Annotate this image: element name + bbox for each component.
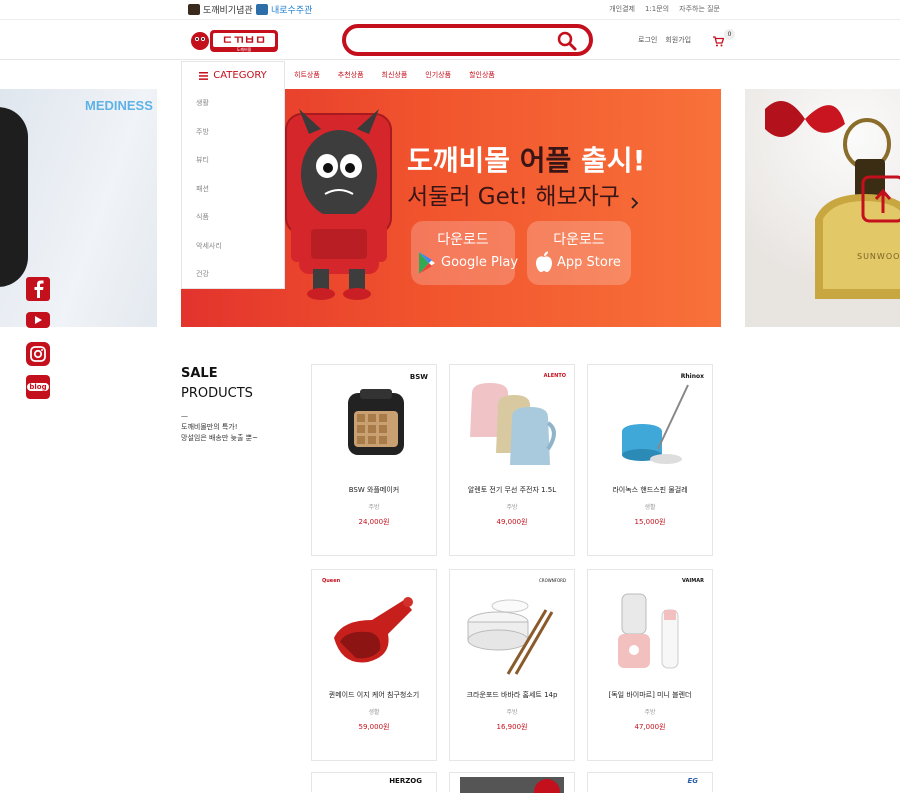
product-name: 라이녹스 핸드스핀 물걸레 xyxy=(612,486,688,494)
faq-link[interactable]: 자주하는 질문 xyxy=(679,4,720,14)
google-play-icon xyxy=(419,252,435,274)
nav-popular-products[interactable]: 인기상품 xyxy=(425,70,451,80)
banner-title: 도깨비몰 어플 출시! xyxy=(407,144,646,177)
login-link[interactable]: 로그인 xyxy=(638,35,657,45)
product-price: 16,900원 xyxy=(496,723,528,731)
top-bar: 도깨비기념관 내로수주관 개인결제 1:1문의 자주하는 질문 xyxy=(0,0,900,20)
product-price: 24,000원 xyxy=(358,518,390,526)
hero-banner: MEDINESS 도깨비몰 어플 출시! 서둘러 Get! 해보자구 다운로드 … xyxy=(0,89,900,327)
product-card[interactable]: CROWNFORD 크라운포드 바바라 홈세트 14p 주방 16,900원 xyxy=(449,569,575,761)
search-icon[interactable] xyxy=(557,31,577,51)
join-link[interactable]: 회원가입 xyxy=(665,35,691,45)
product-price: 59,000원 xyxy=(358,723,390,731)
product-card[interactable]: BSW BSW 와플메이커 주방 24,000원 xyxy=(311,364,437,556)
header: ㄷㄲㅂㅁ 도깨비몰 로그인 회원가입 0 xyxy=(0,20,900,60)
banner-left-slide[interactable]: MEDINESS xyxy=(0,89,157,327)
facebook-icon[interactable] xyxy=(26,277,50,301)
cart-button[interactable]: 0 xyxy=(712,29,736,48)
product-card[interactable]: ALENTO 알렌토 전기 무선 주전자 1.5L 주방 49,000원 xyxy=(449,364,575,556)
top-links: 개인결제 1:1문의 자주하는 질문 xyxy=(609,4,720,14)
personal-payment-link[interactable]: 개인결제 xyxy=(609,4,635,14)
product-category: 주방 xyxy=(368,504,380,511)
product-price: 15,000원 xyxy=(634,518,666,526)
site-link-store[interactable]: 내로수주관 xyxy=(256,3,312,16)
product-card[interactable]: EG xyxy=(587,772,713,792)
product-card[interactable]: Queen 퀸메이드 이지 케어 침구청소기 생활 59,000원 xyxy=(311,569,437,761)
perfume-bottle-image xyxy=(765,101,900,299)
product-name: BSW 와플메이커 xyxy=(348,486,400,494)
youtube-icon[interactable] xyxy=(26,312,50,328)
product-price: 49,000원 xyxy=(496,518,528,526)
category-item-fashion[interactable]: 패션 xyxy=(182,175,284,204)
product-name: [독일 바이마르] 미니 블렌더 xyxy=(608,691,692,699)
product-card[interactable] xyxy=(449,772,575,793)
banner-subtitle: 서둘러 Get! 해보자구 xyxy=(407,184,620,210)
search-input[interactable] xyxy=(358,29,558,51)
nav-new-products[interactable]: 최신상품 xyxy=(382,70,408,80)
category-button[interactable]: CATEGORY xyxy=(181,61,285,89)
product-image xyxy=(312,365,436,475)
inquiry-link[interactable]: 1:1문의 xyxy=(645,4,669,14)
svg-text:도깨비몰: 도깨비몰 xyxy=(237,46,252,52)
google-play-download-button[interactable]: 다운로드 Google Play xyxy=(411,221,518,285)
product-image xyxy=(588,570,712,680)
category-item-accessories[interactable]: 악세사리 xyxy=(182,232,284,261)
blog-icon[interactable]: blog xyxy=(26,375,50,399)
instagram-icon[interactable] xyxy=(26,342,50,366)
cart-icon xyxy=(713,36,725,47)
sale-section-description: — 도깨비몰만의 특가! 망설임은 배송만 늦출 뿐~ xyxy=(181,412,258,442)
app-store-download-button[interactable]: 다운로드 App Store xyxy=(527,221,631,285)
product-category: 주방 xyxy=(506,504,518,511)
banner-right-slide[interactable]: SUNWOO xyxy=(745,89,900,327)
product-category: 주방 xyxy=(506,709,518,716)
category-item-health[interactable]: 건강 xyxy=(182,260,284,289)
category-item-beauty[interactable]: 뷰티 xyxy=(182,146,284,175)
dokkaebi-mascot-image xyxy=(285,109,392,300)
product-category: 주방 xyxy=(644,709,656,716)
category-item-food[interactable]: 식품 xyxy=(182,203,284,232)
site-logo[interactable]: ㄷㄲㅂㅁ 도깨비몰 xyxy=(190,27,278,55)
banner-right-brand: SUNWOO xyxy=(857,252,900,261)
product-card[interactable]: VAIMAR [독일 바이마르] 미니 블렌더 주방 47,000원 xyxy=(587,569,713,761)
store-logo-icon xyxy=(256,4,268,15)
product-name: 크라운포드 바바라 홈세트 14p xyxy=(466,691,558,699)
product-name: 알렌토 전기 무선 주전자 1.5L xyxy=(467,486,557,494)
product-image xyxy=(588,365,712,475)
search-box xyxy=(342,24,593,56)
nav-hit-products[interactable]: 히트상품 xyxy=(294,70,320,80)
museum-logo-icon xyxy=(188,4,200,15)
product-name: 퀸메이드 이지 케어 침구청소기 xyxy=(328,691,420,699)
product-image xyxy=(450,570,574,680)
product-card[interactable]: HERZOG xyxy=(311,772,437,792)
waffle-maker-image xyxy=(0,107,28,287)
category-item-living[interactable]: 생활 xyxy=(182,89,284,118)
site-link-museum[interactable]: 도깨비기념관 xyxy=(188,3,253,16)
apple-icon xyxy=(536,251,552,272)
product-price: 47,000원 xyxy=(634,723,666,731)
product-image xyxy=(450,365,574,475)
product-category: 생활 xyxy=(368,709,380,716)
hamburger-icon xyxy=(199,71,209,80)
nav-sale-products[interactable]: 할인상품 xyxy=(469,70,495,80)
sale-section-title: SALE PRODUCTS xyxy=(181,366,253,401)
main-nav: CATEGORY 히트상품 추천상품 최신상품 인기상품 할인상품 xyxy=(0,61,900,89)
category-dropdown: 생활 주방 뷰티 패션 식품 악세사리 건강 xyxy=(181,89,285,289)
product-category: 생활 xyxy=(644,504,656,511)
svg-text:ㄷㄲㅂㅁ: ㄷㄲㅂㅁ xyxy=(222,33,266,47)
cart-count-badge: 0 xyxy=(724,29,735,40)
banner-next-arrow-icon[interactable] xyxy=(631,197,639,209)
category-item-kitchen[interactable]: 주방 xyxy=(182,118,284,147)
product-card[interactable]: Rhinox 라이녹스 핸드스핀 물걸레 생활 15,000원 xyxy=(587,364,713,556)
nav-recommended-products[interactable]: 추천상품 xyxy=(338,70,364,80)
product-image xyxy=(312,570,436,680)
banner-left-brand: MEDINESS xyxy=(85,98,153,113)
